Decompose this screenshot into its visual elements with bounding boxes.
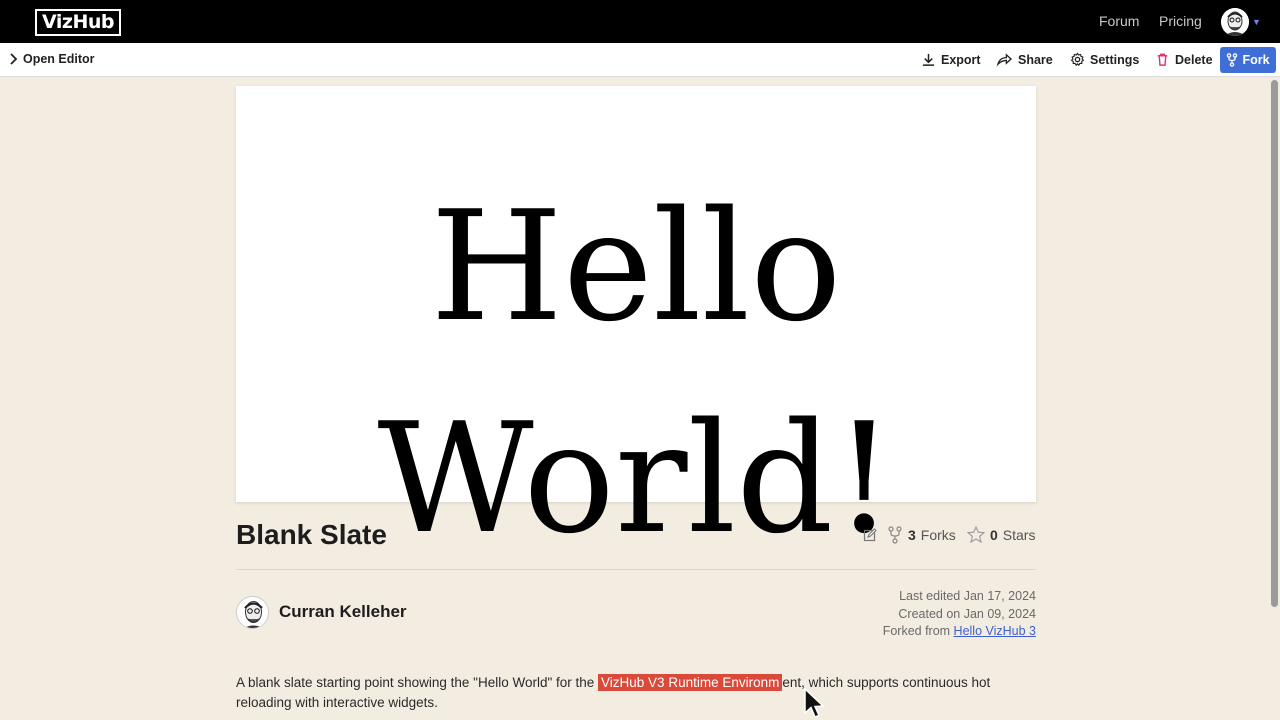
author-avatar[interactable] (236, 596, 269, 629)
open-editor-label: Open Editor (23, 52, 95, 66)
fork-icon (888, 526, 902, 544)
viz-metadata: Last edited Jan 17, 2024 Created on Jan … (883, 588, 1036, 641)
viz-title: Blank Slate (236, 519, 387, 550)
fork-button[interactable]: Fork (1220, 47, 1276, 73)
viz-toolbar: Open Editor Export Share Settings Delete (0, 43, 1280, 77)
nav-pricing-link[interactable]: Pricing (1159, 13, 1202, 29)
viz-description: A blank slate starting point showing the… (236, 673, 1036, 713)
share-label: Share (1018, 52, 1053, 67)
forked-from-text: Forked from Hello VizHub 3 (883, 623, 1036, 641)
description-text-before: A blank slate starting point showing the… (236, 675, 599, 690)
download-icon (922, 53, 935, 66)
scrollbar-thumb[interactable] (1271, 80, 1278, 607)
share-arrow-icon (996, 53, 1013, 67)
user-avatar-button[interactable] (1221, 8, 1249, 36)
mouse-pointer-icon (804, 688, 825, 718)
edit-icon[interactable] (863, 528, 877, 542)
forked-from-link[interactable]: Hello VizHub 3 (954, 624, 1036, 638)
fork-icon (1227, 53, 1238, 67)
created-text: Created on Jan 09, 2024 (898, 606, 1036, 621)
description-text-selected: VizHub V3 Runtime Environm (598, 674, 783, 691)
delete-button[interactable]: Delete (1155, 52, 1213, 67)
delete-label: Delete (1175, 52, 1213, 67)
settings-label: Settings (1090, 52, 1140, 67)
last-edited-text: Last edited Jan 17, 2024 (899, 589, 1036, 603)
forks-number: 3 (908, 527, 916, 543)
vizhub-logo[interactable]: VizHub (35, 9, 121, 36)
forked-from-prefix: Forked from (882, 624, 954, 638)
author-avatar-image (237, 597, 268, 628)
author-name[interactable]: Curran Kelleher (279, 602, 407, 622)
preview-text-line1: Hello (430, 178, 842, 355)
export-label: Export (941, 52, 981, 67)
top-navbar: VizHub Forum Pricing ▼ (0, 0, 1280, 43)
chevron-right-icon (10, 53, 18, 65)
trash-icon (1157, 53, 1168, 66)
chevron-down-icon[interactable]: ▼ (1252, 17, 1261, 27)
share-button[interactable]: Share (996, 52, 1053, 67)
forks-label: Forks (920, 527, 956, 543)
export-button[interactable]: Export (921, 52, 981, 67)
stars-count[interactable]: 0 Stars (967, 526, 1035, 543)
stars-label: Stars (1002, 526, 1036, 543)
forks-count[interactable]: 3 Forks (887, 526, 956, 544)
section-divider (236, 569, 1036, 570)
star-icon (967, 526, 985, 543)
stars-number: 0 (990, 526, 998, 543)
fork-label: Fork (1242, 53, 1270, 67)
nav-forum-link[interactable]: Forum (1099, 13, 1139, 29)
gear-icon (1070, 52, 1085, 67)
settings-button[interactable]: Settings (1070, 52, 1139, 67)
user-avatar-image (1221, 8, 1249, 36)
open-editor-button[interactable]: Open Editor (9, 52, 95, 66)
viz-preview[interactable]: Hello World! (236, 86, 1036, 555)
